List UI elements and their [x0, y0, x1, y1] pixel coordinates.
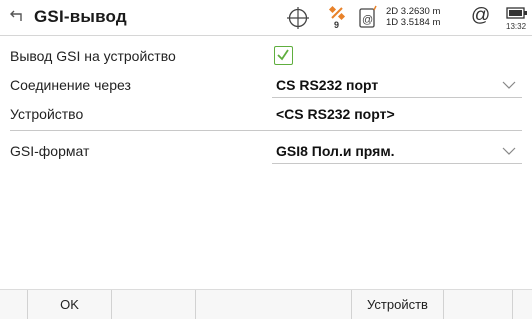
device-button[interactable]: Устройств [351, 290, 443, 319]
softkey-spacer [0, 290, 27, 319]
gsi-format-value: GSI8 Пол.и прям. [276, 143, 395, 159]
gsi-output-label: Вывод GSI на устройство [10, 48, 176, 64]
gsi-output-row: Вывод GSI на устройство [0, 43, 532, 69]
back-arrow-icon[interactable] [10, 8, 28, 26]
title-bar: GSI-вывод 9 @ 2D 3.2630 m 1D 3.5184 m @ [0, 0, 532, 36]
at-symbol-icon[interactable]: @ [471, 5, 490, 27]
ok-button-label: OK [60, 297, 79, 312]
connection-label: Соединение через [10, 77, 131, 93]
chevron-down-icon [502, 147, 516, 155]
device-value: <CS RS232 порт> [276, 106, 395, 122]
battery-icon[interactable]: 13:32 [506, 6, 532, 34]
gsi-output-checkbox[interactable] [274, 46, 293, 65]
softkey-f6[interactable] [512, 290, 532, 319]
softkey-f5[interactable] [443, 290, 512, 319]
connection-select[interactable]: CS RS232 порт [272, 73, 522, 98]
page-title: GSI-вывод [34, 7, 127, 26]
connection-value: CS RS232 порт [276, 77, 379, 93]
gsi-format-row: GSI-формат GSI8 Пол.и прям. [0, 138, 532, 164]
ok-button[interactable]: OK [27, 290, 111, 319]
connection-row: Соединение через CS RS232 порт [0, 72, 532, 98]
gsi-format-select[interactable]: GSI8 Пол.и прям. [272, 139, 522, 164]
softkey-bar: OK Устройств [0, 289, 532, 319]
coord-1d: 1D 3.5184 m [386, 17, 441, 28]
section-divider [10, 130, 522, 131]
clock: 13:32 [506, 22, 527, 31]
softkey-f3[interactable] [195, 290, 351, 319]
crosshair-icon[interactable] [286, 6, 310, 30]
satellite-count: 9 [334, 20, 340, 30]
svg-text:@: @ [362, 14, 373, 26]
prism-icon[interactable]: @ [358, 4, 380, 30]
coord-2d: 2D 3.2630 m [386, 6, 441, 17]
softkey-f2[interactable] [111, 290, 195, 319]
device-button-label: Устройств [367, 297, 428, 312]
coordinate-readout: 2D 3.2630 m 1D 3.5184 m [386, 6, 466, 28]
checkmark-icon [277, 49, 289, 61]
gsi-format-label: GSI-формат [10, 143, 90, 159]
chevron-down-icon [502, 81, 516, 89]
device-label: Устройство [10, 106, 84, 122]
satellite-icon[interactable]: 9 [326, 4, 350, 32]
device-row: Устройство <CS RS232 порт> [0, 101, 532, 127]
